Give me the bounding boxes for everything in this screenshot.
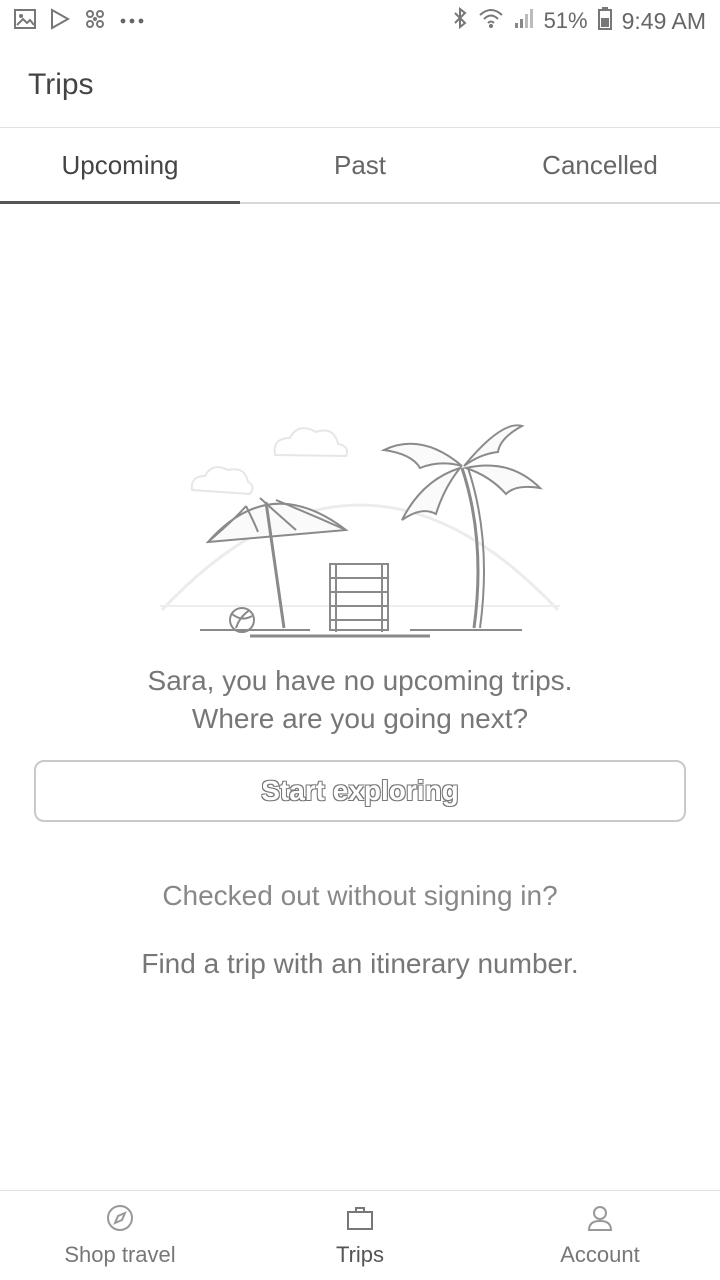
page-title: Trips bbox=[28, 67, 94, 101]
beach-chair bbox=[329, 563, 389, 632]
suitcase-icon bbox=[345, 1203, 375, 1238]
nav-shop-travel-label: Shop travel bbox=[64, 1242, 176, 1267]
wifi-icon bbox=[478, 7, 504, 35]
compass-icon bbox=[105, 1203, 135, 1238]
bottom-nav: Shop travel Trips Account bbox=[0, 1190, 720, 1280]
image-icon bbox=[14, 8, 36, 34]
signal-icon bbox=[514, 7, 534, 35]
pinwheel-icon bbox=[84, 8, 106, 35]
app-bar: Trips bbox=[0, 42, 720, 128]
tab-cancelled[interactable]: Cancelled bbox=[480, 128, 720, 202]
tab-upcoming[interactable]: Upcoming bbox=[0, 128, 240, 204]
empty-state-message: Sara, you have no upcoming trips. Where … bbox=[0, 662, 720, 738]
tab-past[interactable]: Past bbox=[240, 128, 480, 202]
more-dots-icon bbox=[120, 12, 144, 30]
nav-trips-label: Trips bbox=[335, 1242, 385, 1267]
find-trip-link[interactable]: Find a trip with an itinerary number. bbox=[0, 948, 720, 980]
bluetooth-icon bbox=[452, 6, 468, 36]
nav-account-label: Account bbox=[560, 1242, 640, 1267]
nav-account[interactable]: Account bbox=[480, 1191, 720, 1280]
status-left-icons bbox=[14, 7, 144, 35]
status-bar: 51% 9:49 AM bbox=[0, 0, 720, 42]
empty-state-line2: Where are you going next? bbox=[191, 703, 529, 734]
cloud-icon bbox=[190, 427, 348, 496]
start-exploring-button[interactable]: Start exploring bbox=[34, 760, 686, 822]
palm-tree bbox=[380, 424, 543, 629]
person-icon bbox=[585, 1203, 615, 1238]
checked-out-text: Checked out without signing in? bbox=[162, 880, 558, 911]
nav-shop-travel[interactable]: Shop travel bbox=[0, 1191, 240, 1280]
beach-illustration bbox=[150, 410, 570, 650]
trip-tabs: Upcoming Past Cancelled bbox=[0, 128, 720, 204]
clock: 9:49 AM bbox=[621, 7, 706, 34]
battery-percent: 51% bbox=[543, 8, 588, 33]
beach-ball bbox=[229, 607, 255, 633]
battery-icon bbox=[597, 6, 612, 36]
empty-state-line1: Sara, you have no upcoming trips. bbox=[147, 665, 573, 696]
beach-umbrella bbox=[205, 497, 349, 629]
play-store-icon bbox=[50, 7, 71, 35]
status-right: 51% 9:49 AM bbox=[452, 6, 706, 36]
nav-trips[interactable]: Trips bbox=[240, 1191, 480, 1280]
